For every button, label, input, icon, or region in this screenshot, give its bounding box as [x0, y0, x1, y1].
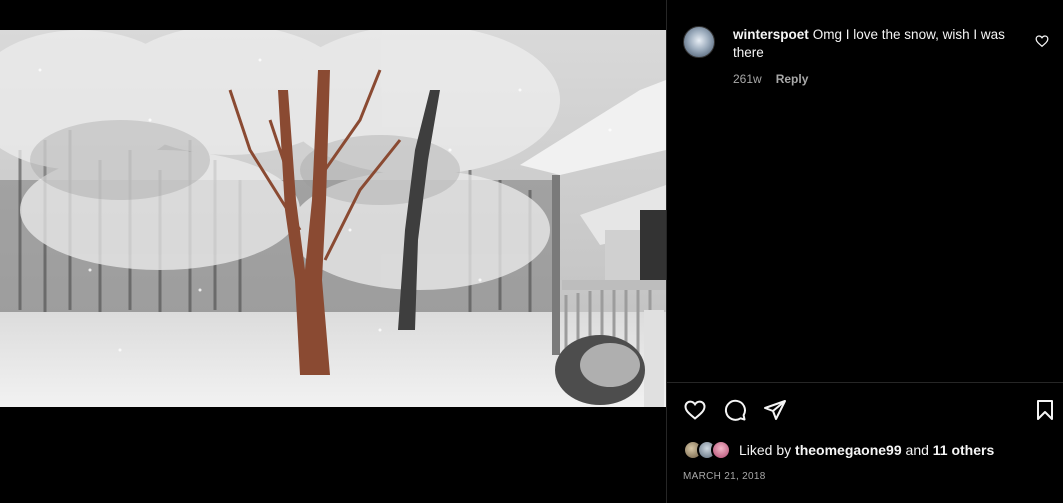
post-photo[interactable]	[0, 30, 666, 407]
comment-body: winterspoet Omg I love the snow, wish I w…	[733, 26, 1033, 86]
bookmark-icon[interactable]	[1033, 398, 1057, 422]
heart-icon[interactable]	[683, 398, 707, 422]
liker-username[interactable]: theomegaone99	[795, 442, 902, 458]
likes-summary: Liked by theomegaone99 and 11 others	[683, 440, 994, 460]
comments-panel: winterspoet Omg I love the snow, wish I w…	[667, 0, 1063, 503]
reply-button[interactable]: Reply	[776, 72, 809, 86]
liker-avatar[interactable]	[711, 440, 731, 460]
post-date[interactable]: MARCH 21, 2018	[683, 471, 766, 482]
commenter-avatar[interactable]	[683, 26, 715, 58]
comment-meta: 261w Reply	[733, 72, 1033, 86]
likes-prefix: Liked by	[739, 442, 792, 458]
comment-bubble-icon[interactable]	[723, 398, 747, 422]
small-heart-icon[interactable]	[1035, 34, 1049, 48]
likes-text[interactable]: Liked by theomegaone99 and 11 others	[739, 442, 994, 458]
snow-scene-image	[0, 30, 666, 407]
comment-time[interactable]: 261w	[733, 72, 762, 86]
comment-item: winterspoet Omg I love the snow, wish I w…	[683, 26, 1053, 86]
comment-username[interactable]: winterspoet	[733, 27, 809, 42]
paper-plane-icon[interactable]	[763, 398, 787, 422]
media-viewer	[0, 0, 666, 503]
likes-others-count[interactable]: 11 others	[933, 442, 994, 458]
comment-text-block: winterspoet Omg I love the snow, wish I w…	[733, 26, 1033, 62]
actions-divider	[667, 382, 1063, 383]
likes-conjunction: and	[905, 442, 929, 458]
